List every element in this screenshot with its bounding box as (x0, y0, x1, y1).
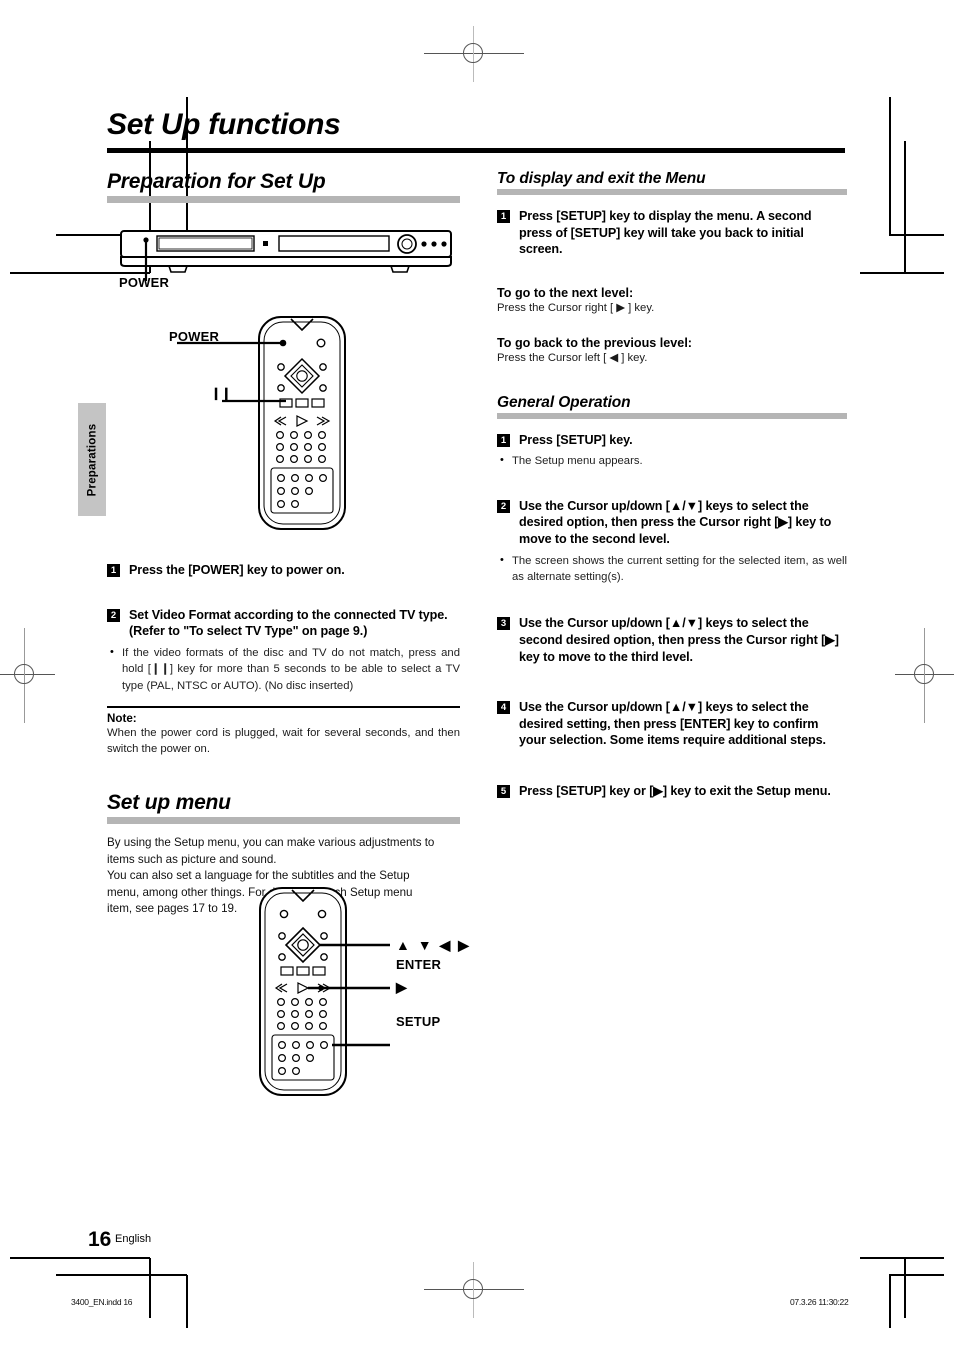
paragraph-line: You can also set a language for the subt… (107, 869, 410, 883)
label-enter-arrow: ▶ (396, 979, 407, 995)
section-heading-rule (497, 189, 847, 195)
bullet-marker: • (110, 645, 114, 658)
section-general-operation: General Operation (497, 394, 847, 419)
registration-mark-top (424, 26, 524, 82)
step-number-badge: 1 (497, 433, 510, 447)
step-text: Press [SETUP] key to display the menu. A… (519, 209, 812, 257)
step-number-badge: 2 (107, 608, 120, 622)
step-item: 2 Set Video Format according to the conn… (107, 607, 460, 640)
bullet-text: If the video formats of the disc and TV … (122, 646, 460, 692)
section-heading-setup-menu: Set up menu (107, 791, 231, 815)
step-text: Press [SETUP] key or [▶] key to exit the… (519, 784, 831, 799)
step-number-badge: 1 (107, 564, 120, 577)
figure-player-and-remote: POWER POWER ❙❙ (107, 203, 460, 548)
label-enter: ENTER (396, 957, 442, 972)
step-text: Use the Cursor up/down [▲/▼] keys to sel… (519, 616, 839, 664)
step-number-badge: 4 (497, 701, 510, 715)
note-body: When the power cord is plugged, wait for… (107, 726, 460, 755)
step-text: Set Video Format according to the connec… (129, 607, 448, 639)
left-column: Preparation for Set Up POWER POWER ❙❙ 1 … (107, 170, 460, 918)
note-divider (107, 705, 460, 708)
bullet-text: The screen shows the current setting for… (512, 554, 847, 584)
step-text: Press the [POWER] key to power on. (129, 563, 345, 577)
step-number-badge: 2 (497, 499, 510, 513)
subsection-text: Press the Cursor right [ ▶ ] key. (497, 301, 655, 314)
bullet-item: • The screen shows the current setting f… (497, 553, 847, 586)
bullet-marker: • (500, 454, 504, 467)
imprint-timestamp: 07.3.26 11:30:22 (790, 1297, 849, 1307)
page-language-label: English (115, 1233, 152, 1245)
dvd-player-front-panel-illustration (120, 230, 452, 281)
figure-remote-setup-keys: ▲ ▼ ◀ ▶ ENTER ▶ SETUP (248, 884, 588, 1099)
page-number: 16 (88, 1228, 112, 1251)
step-number-badge: 1 (497, 210, 510, 223)
paragraph-line: By using the Setup menu, you can make va… (107, 836, 435, 850)
section-display-exit-menu: To display and exit the Menu (497, 170, 847, 195)
right-column: To display and exit the Menu 1 Press [SE… (497, 170, 847, 800)
section-heading-rule (107, 196, 460, 203)
step-number-badge: 3 (497, 617, 510, 631)
step-item: 4 Use the Cursor up/down [▲/▼] keys to s… (497, 699, 847, 749)
subsection-heading: To go back to the previous level: (497, 335, 693, 350)
bullet-item: • The Setup menu appears. (497, 453, 847, 469)
label-cursor-keys: ▲ ▼ ◀ ▶ (396, 937, 471, 953)
side-thumb-tab-preparations: Preparations (78, 403, 106, 516)
page-title: Set Up functions (107, 108, 341, 141)
label-unit-power: POWER (119, 275, 170, 290)
subsection-text: Press the Cursor left [ ◀ ] key. (497, 351, 648, 364)
section-heading-rule (107, 817, 460, 825)
subsection-heading: To go to the next level: (497, 285, 634, 300)
step-item: 3 Use the Cursor up/down [▲/▼] keys to s… (497, 615, 847, 665)
section-heading-display-exit: To display and exit the Menu (497, 170, 706, 187)
section-heading-rule (497, 412, 847, 419)
label-remote-power: POWER (169, 329, 220, 344)
bullet-marker: • (500, 553, 504, 566)
bullet-text: The Setup menu appears. (512, 455, 643, 468)
step-item: 1 Press the [POWER] key to power on. (107, 562, 460, 579)
step-item: 2 Use the Cursor up/down [▲/▼] keys to s… (497, 498, 847, 548)
label-setup: SETUP (396, 1014, 441, 1029)
step-item: 1 Press [SETUP] key. (497, 432, 847, 449)
paragraph-line: items such as picture and sound. (107, 852, 277, 866)
section-heading-general-operation: General Operation (497, 393, 631, 411)
document-page: Preparations Set Up functions Preparatio… (0, 0, 954, 1350)
section-heading-preparation: Preparation for Set Up (107, 170, 326, 193)
step-number-badge: 5 (497, 785, 510, 799)
section-preparation-for-setup: Preparation for Set Up (107, 170, 460, 203)
step-text: Press [SETUP] key. (519, 432, 633, 447)
bullet-item: • If the video formats of the disc and T… (107, 645, 460, 694)
side-tab-label: Preparations (86, 423, 99, 496)
step-text: Use the Cursor up/down [▲/▼] keys to sel… (519, 498, 832, 547)
note-label: Note: (107, 711, 137, 725)
section-set-up-menu: Set up menu (107, 791, 460, 825)
registration-mark-left (0, 628, 55, 723)
step-text: Use the Cursor up/down [▲/▼] keys to sel… (519, 700, 826, 748)
registration-mark-bottom (424, 1262, 524, 1318)
registration-mark-right (895, 628, 954, 723)
step-item: 1 Press [SETUP] key to display the menu.… (497, 208, 847, 258)
page-title-rule (107, 148, 845, 153)
step-item: 5 Press [SETUP] key or [▶] key to exit t… (497, 783, 847, 800)
imprint-filename: 3400_EN.indd 16 (71, 1297, 133, 1307)
label-remote-pause: ❙❙ (211, 386, 232, 400)
